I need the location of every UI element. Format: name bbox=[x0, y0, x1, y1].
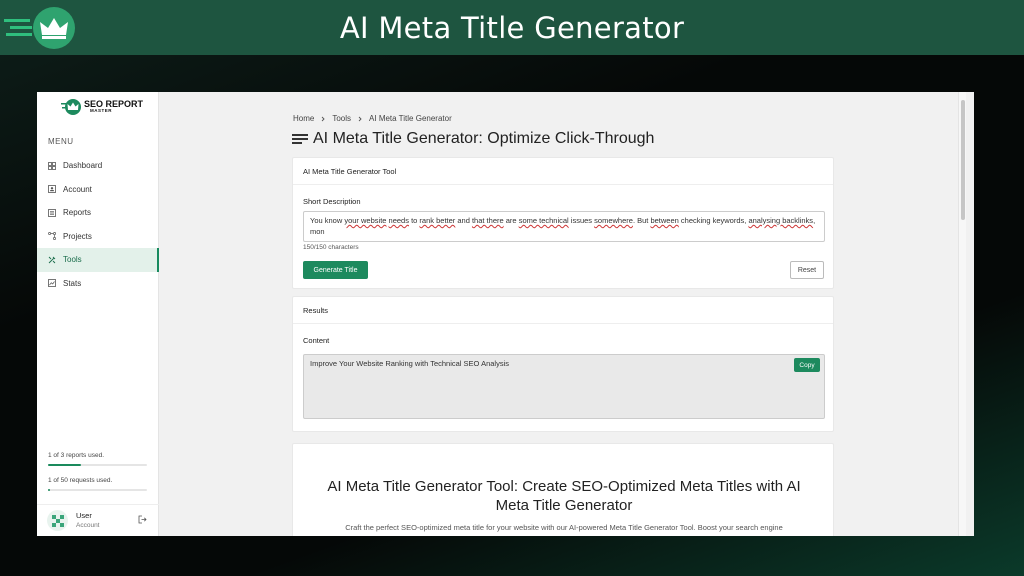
sidebar-item-label: Tools bbox=[63, 255, 82, 265]
sidebar-item-label: Account bbox=[63, 184, 92, 194]
content-label: Content bbox=[303, 336, 330, 345]
reports-usage-bar bbox=[48, 464, 147, 466]
crown-logo-icon bbox=[4, 7, 75, 49]
logout-icon[interactable] bbox=[138, 515, 147, 524]
reset-button[interactable]: Reset bbox=[790, 261, 824, 279]
breadcrumb: Home Tools AI Meta Title Generator bbox=[293, 114, 452, 123]
breadcrumb-home[interactable]: Home bbox=[293, 114, 314, 123]
sidebar-item-tools[interactable]: Tools bbox=[37, 248, 159, 272]
main-content: Home Tools AI Meta Title Generator AI Me… bbox=[160, 92, 966, 536]
user-profile[interactable]: User Account bbox=[37, 504, 159, 536]
breadcrumb-current: AI Meta Title Generator bbox=[369, 114, 452, 123]
sidebar-logo[interactable]: SEO REPORT MASTER bbox=[61, 98, 143, 116]
results-card-header: Results bbox=[293, 297, 833, 324]
article-intro: Craft the perfect SEO-optimized meta tit… bbox=[345, 523, 783, 532]
sidebar-item-dashboard[interactable]: Dashboard bbox=[37, 154, 159, 178]
sidebar-item-projects[interactable]: Projects bbox=[37, 225, 159, 249]
top-banner: AI Meta Title Generator bbox=[0, 0, 1024, 55]
tools-icon bbox=[48, 256, 56, 264]
tool-card-header: AI Meta Title Generator Tool bbox=[293, 158, 833, 185]
sidebar-item-label: Reports bbox=[63, 208, 92, 218]
page-title: AI Meta Title Generator: Optimize Click-… bbox=[313, 130, 655, 147]
grid-icon bbox=[48, 161, 56, 170]
user-name: User bbox=[76, 510, 92, 520]
sidebar-item-label: Dashboard bbox=[63, 161, 103, 171]
menu-label: MENU bbox=[48, 137, 74, 146]
sidebar-item-stats[interactable]: Stats bbox=[37, 272, 159, 296]
tool-card: AI Meta Title Generator Tool Short Descr… bbox=[292, 157, 834, 289]
sidebar-nav: Dashboard Account Reports Projects Tools… bbox=[37, 154, 159, 295]
avatar bbox=[47, 510, 68, 531]
breadcrumb-tools[interactable]: Tools bbox=[332, 114, 351, 123]
copy-button[interactable]: Copy bbox=[794, 358, 820, 372]
generate-title-button[interactable]: Generate Title bbox=[303, 261, 368, 279]
chevron-right-icon bbox=[358, 116, 362, 121]
short-description-label: Short Description bbox=[303, 197, 361, 206]
character-counter: 150/150 characters bbox=[303, 244, 359, 251]
sidebar-item-label: Stats bbox=[63, 278, 82, 288]
projects-icon bbox=[48, 232, 56, 241]
sidebar: SEO REPORT MASTER MENU Dashboard Account… bbox=[37, 92, 159, 536]
account-icon bbox=[48, 185, 56, 194]
requests-usage-text: 1 of 50 requests used. bbox=[48, 477, 113, 484]
result-content-text: Improve Your Website Ranking with Techni… bbox=[310, 359, 509, 368]
reports-usage-text: 1 of 3 reports used. bbox=[48, 452, 105, 459]
sidebar-item-reports[interactable]: Reports bbox=[37, 201, 159, 225]
short-description-input[interactable]: You know your website needs to rank bett… bbox=[303, 211, 825, 242]
scrollbar-thumb[interactable] bbox=[961, 100, 965, 220]
page-title-row: AI Meta Title Generator: Optimize Click-… bbox=[292, 130, 654, 148]
page-scrollbar[interactable] bbox=[958, 92, 966, 536]
stats-icon bbox=[48, 279, 56, 288]
reports-icon bbox=[48, 208, 56, 217]
user-role: Account bbox=[76, 521, 100, 529]
crown-icon bbox=[61, 99, 81, 115]
chevron-right-icon bbox=[322, 116, 325, 121]
banner-title: AI Meta Title Generator bbox=[339, 10, 685, 45]
article-title: AI Meta Title Generator Tool: Create SEO… bbox=[327, 478, 801, 514]
requests-usage-bar bbox=[48, 489, 147, 491]
article-card: AI Meta Title Generator Tool: Create SEO… bbox=[292, 443, 834, 536]
result-content-output[interactable]: Improve Your Website Ranking with Techni… bbox=[303, 354, 825, 419]
results-card: Results Content Improve Your Website Ran… bbox=[292, 296, 834, 432]
avatar-pattern-icon bbox=[51, 514, 64, 527]
sidebar-item-label: Projects bbox=[63, 231, 92, 241]
app-window: SEO REPORT MASTER MENU Dashboard Account… bbox=[37, 92, 974, 536]
sidebar-item-account[interactable]: Account bbox=[37, 178, 159, 202]
menu-toggle-icon[interactable] bbox=[292, 133, 308, 145]
